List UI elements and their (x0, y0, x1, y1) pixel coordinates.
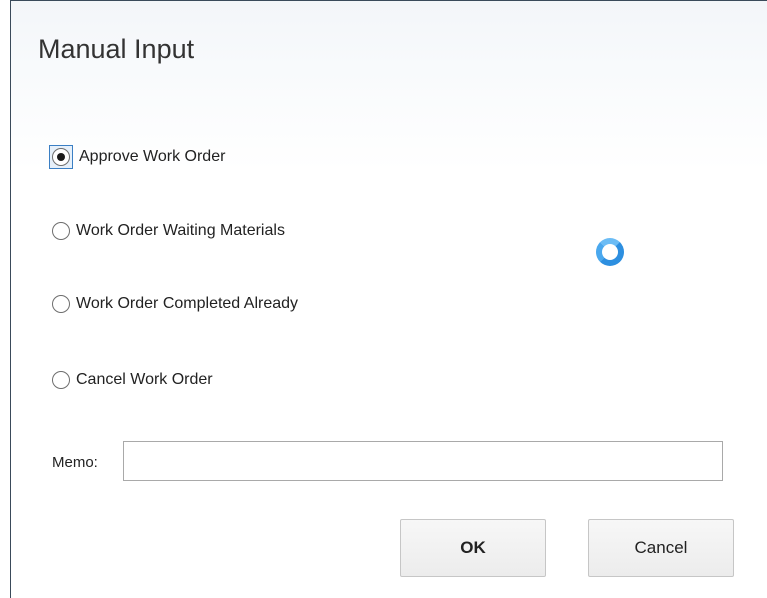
manual-input-dialog: Manual Input Approve Work Order Work Ord… (10, 0, 767, 598)
dialog-title: Manual Input (38, 34, 195, 64)
memo-input[interactable] (123, 441, 723, 481)
radio-button-cancel-work-order[interactable] (52, 371, 70, 389)
memo-label: Memo: (52, 454, 98, 471)
radio-button-waiting-materials[interactable] (52, 222, 70, 240)
option-completed-already[interactable]: Work Order Completed Already (52, 291, 298, 317)
option-label: Approve Work Order (79, 148, 226, 165)
option-label: Work Order Waiting Materials (76, 222, 285, 239)
option-label: Work Order Completed Already (76, 295, 299, 312)
loading-spinner-icon (596, 238, 624, 266)
option-approve-work-order[interactable]: Approve Work Order (49, 144, 226, 170)
radio-focus-ring (49, 145, 73, 169)
cancel-button[interactable]: Cancel (588, 519, 734, 577)
option-cancel-work-order[interactable]: Cancel Work Order (52, 367, 213, 393)
radio-button-completed-already[interactable] (52, 295, 70, 313)
ok-button[interactable]: OK (400, 519, 546, 577)
radio-button-approve[interactable] (52, 148, 70, 166)
option-label: Cancel Work Order (76, 371, 213, 388)
option-waiting-materials[interactable]: Work Order Waiting Materials (52, 218, 285, 244)
